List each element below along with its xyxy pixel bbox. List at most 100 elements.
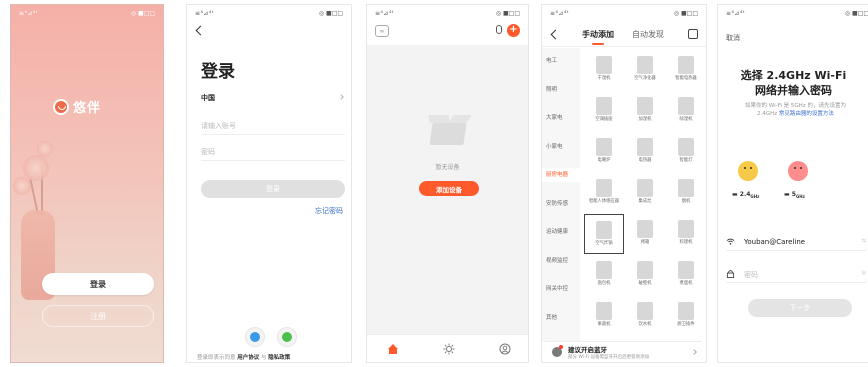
device-item[interactable]: 煮蛋机 xyxy=(666,255,706,295)
device-label: 果蔬机 xyxy=(597,322,611,327)
add-icon[interactable]: + xyxy=(507,24,520,37)
category-item[interactable]: 电工 xyxy=(542,54,580,68)
category-item[interactable]: 运动健康 xyxy=(542,225,580,239)
device-label: 破壁机 xyxy=(638,281,652,286)
device-item[interactable]: 空气净化器 xyxy=(625,50,665,90)
privacy-policy-link[interactable]: 隐私政策 xyxy=(268,355,290,361)
device-item[interactable]: 加湿机 xyxy=(625,91,665,131)
device-item[interactable]: 智能人体感应器 xyxy=(584,173,624,213)
category-item[interactable]: 其他 xyxy=(542,311,580,325)
wifi-ssid-field[interactable]: Youban@Careline ⇆ xyxy=(726,235,866,251)
empty-box-icon xyxy=(429,123,467,145)
category-item[interactable]: 厨房电器 xyxy=(542,168,580,182)
microphone-icon[interactable] xyxy=(496,25,502,34)
device-item[interactable]: 干湿机 xyxy=(584,50,624,90)
status-bar: ≡⁴⊿⁴ᵗ ◎ ■□□ xyxy=(718,5,868,21)
device-label: 电热器 xyxy=(638,158,652,163)
home-screen: ≡⁴⊿⁴ᵗ ◎ ■□□ ∞ + 暂无设备 添加设备 xyxy=(366,4,529,363)
device-item[interactable]: 空调插座 xyxy=(584,91,624,131)
device-label: 除湿机 xyxy=(679,117,693,122)
add-device-button[interactable]: 添加设备 xyxy=(419,181,479,196)
wifi-password-field[interactable]: 密码 ◎ xyxy=(726,267,866,283)
router-help-link[interactable]: 常见路由器的设置方法 xyxy=(779,111,834,117)
device-thumbnail xyxy=(678,56,694,74)
category-item[interactable]: 照明 xyxy=(542,83,580,97)
password-input[interactable]: 密码 xyxy=(201,145,345,161)
screenshot-stage: ≡⁴⊿⁴ᵗ ◎ ■□□ 悠伴 登录 注册 ≡⁴⊿⁴ᵗ ◎ ■□□ 登录 中国 请… xyxy=(0,0,868,367)
qq-login-button[interactable] xyxy=(245,327,265,347)
home-switch-icon[interactable]: ∞ xyxy=(375,25,389,37)
country-selector[interactable]: 中国 xyxy=(201,93,345,107)
tab-auto-discover[interactable]: 自动发现 xyxy=(632,29,664,40)
freq-5-label: ▬ 5GHz xyxy=(784,191,805,199)
device-label: 厨卫插件 xyxy=(677,322,695,327)
device-item[interactable]: 电热器 xyxy=(625,132,665,172)
wechat-icon xyxy=(282,332,292,342)
device-item[interactable]: 厨卫插件 xyxy=(666,296,706,336)
device-thumbnail xyxy=(596,261,612,279)
wifi-title-line2: 网络并输入密码 xyxy=(755,84,832,97)
wifi-icon xyxy=(726,238,735,245)
device-thumbnail xyxy=(596,138,612,156)
device-label: 空调插座 xyxy=(595,117,613,122)
device-item[interactable]: 智能灯 xyxy=(666,132,706,172)
device-label: 集成灶 xyxy=(638,199,652,204)
device-thumbnail xyxy=(637,220,653,238)
switch-network-icon[interactable]: ⇆ xyxy=(862,238,866,244)
register-button[interactable]: 注册 xyxy=(42,305,154,327)
category-item[interactable]: 大家电 xyxy=(542,111,580,125)
device-label: 烤箱 xyxy=(640,240,650,245)
login-button[interactable]: 登录 xyxy=(42,273,154,295)
wifi-ssid: Youban@Careline xyxy=(744,238,806,246)
agreement-and: 与 xyxy=(261,355,267,361)
home-tab-icon[interactable] xyxy=(387,343,399,355)
next-button[interactable]: 下一步 xyxy=(748,299,852,317)
wechat-login-button[interactable] xyxy=(277,327,297,347)
device-item[interactable]: 集成灶 xyxy=(625,173,665,213)
battery-indicator: ◎ ■□□ xyxy=(318,10,343,17)
category-item[interactable]: 安防传感 xyxy=(542,197,580,211)
device-item[interactable]: 饮水机 xyxy=(625,296,665,336)
device-item[interactable]: 烤箱 xyxy=(625,214,665,254)
device-label: 饮水机 xyxy=(638,322,652,327)
scene-tab-icon[interactable] xyxy=(443,343,455,355)
device-item[interactable]: 料理机 xyxy=(666,214,706,254)
category-item[interactable]: 网关中控 xyxy=(542,282,580,296)
router-icon: ▬ xyxy=(732,191,740,198)
alert-dot-icon xyxy=(559,345,563,349)
device-item[interactable]: 智能电热器 xyxy=(666,50,706,90)
category-item[interactable]: 小家电 xyxy=(542,140,580,154)
device-item[interactable]: 面包机 xyxy=(584,255,624,295)
device-item[interactable]: 除湿机 xyxy=(666,91,706,131)
cancel-button[interactable]: 取消 xyxy=(726,33,740,43)
category-item[interactable]: 视频监控 xyxy=(542,254,580,268)
device-thumbnail xyxy=(596,97,612,115)
device-label: 智能人体感应器 xyxy=(588,199,620,204)
account-input[interactable]: 请输入账号 xyxy=(201,119,345,135)
forgot-password-link[interactable]: 忘记密码 xyxy=(315,206,343,216)
device-item[interactable]: 果蔬机 xyxy=(584,296,624,336)
tab-manual-add[interactable]: 手动添加 xyxy=(582,29,614,40)
user-agreement-link[interactable]: 用户协议 xyxy=(237,355,259,361)
device-item[interactable]: 空气炸锅 xyxy=(584,214,624,254)
device-label: 空气炸锅 xyxy=(595,241,613,246)
scan-icon[interactable] xyxy=(688,29,698,39)
bottom-tab-bar xyxy=(367,334,528,362)
device-item[interactable]: 破壁机 xyxy=(625,255,665,295)
device-thumbnail xyxy=(678,138,694,156)
chevron-right-icon xyxy=(691,349,697,355)
device-item[interactable]: 电暖炉 xyxy=(584,132,624,172)
eye-icon[interactable]: ◎ xyxy=(862,270,866,276)
back-icon[interactable] xyxy=(195,25,206,36)
signal-indicator: ≡⁴⊿⁴ᵗ xyxy=(375,10,395,17)
device-thumbnail xyxy=(678,261,694,279)
device-thumbnail xyxy=(596,179,612,197)
bluetooth-banner[interactable]: 建议开启蓝牙 部分 Wi-Fi 设备需蓝牙开启后更容易添加 xyxy=(546,341,702,362)
device-item[interactable]: 烟机 xyxy=(666,173,706,213)
device-thumbnail xyxy=(637,302,653,320)
login-submit-button[interactable]: 登录 xyxy=(201,180,345,198)
profile-tab-icon[interactable] xyxy=(499,343,511,355)
back-icon[interactable] xyxy=(550,29,561,40)
status-bar: ≡⁴⊿⁴ᵗ ◎ ■□□ xyxy=(187,5,351,21)
device-label: 空气净化器 xyxy=(634,76,656,81)
